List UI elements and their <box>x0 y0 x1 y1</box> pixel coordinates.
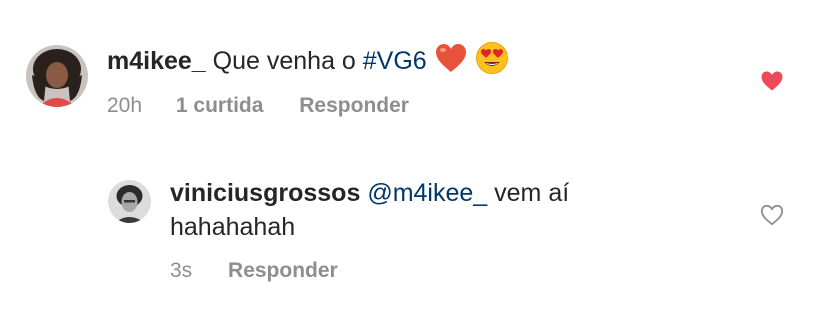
reply-button[interactable]: Responder <box>228 259 338 283</box>
reply-button[interactable]: Responder <box>299 94 409 118</box>
avatar[interactable] <box>26 45 88 107</box>
reply-text: viniciusgrossos @m4ikee_ vem aí hahahaha… <box>170 176 730 244</box>
red-heart-emoji <box>434 42 468 83</box>
mention-link[interactable]: @m4ikee_ <box>367 179 487 207</box>
reply-body: vem aí <box>494 179 570 207</box>
hashtag-link[interactable]: #VG6 <box>363 47 427 75</box>
comment-meta: 20h 1 curtida Responder <box>107 94 409 118</box>
comment-username[interactable]: m4ikee_ <box>107 47 206 75</box>
comment-likes-count[interactable]: 1 curtida <box>176 94 264 118</box>
reply-meta: 3s Responder <box>170 259 338 283</box>
avatar[interactable] <box>108 180 151 223</box>
like-heart-icon[interactable] <box>760 70 784 97</box>
comment-text: m4ikee_ Que venha o #VG6 <box>107 41 727 84</box>
like-heart-outline-icon[interactable] <box>760 204 784 231</box>
reply-username[interactable]: viniciusgrossos <box>170 179 360 207</box>
reply-body-line2: hahahahah <box>170 213 296 241</box>
comment-timestamp: 20h <box>107 94 143 117</box>
reply-timestamp: 3s <box>170 259 193 282</box>
heart-eyes-emoji <box>475 41 509 84</box>
comment-body: Que venha o <box>212 47 356 76</box>
